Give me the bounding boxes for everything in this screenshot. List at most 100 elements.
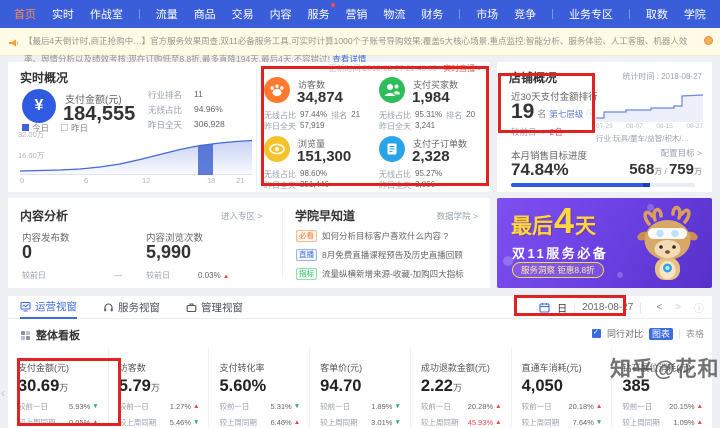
kpi-value: 5.60% [219,377,267,395]
carousel-prev-arrow[interactable]: ‹ [1,386,5,400]
nav-divider [459,9,461,19]
tile-stat-value: 98.60% [300,169,328,178]
divider [282,208,283,278]
divider [256,70,257,186]
nav-data[interactable]: 取数 [646,6,668,22]
briefcase-icon [186,302,197,312]
nav-service[interactable]: 服务 [308,3,335,22]
college-item-text: 8月免费直播课程预告及历史直播回顾 [322,250,463,260]
trend-value: 6.46% [270,418,292,427]
kpi-zhitongche[interactable]: 直通车消耗(元) 4,050 较前一日 20.18% ▲ 较上周同期 7.64% ▼ [510,348,612,428]
rank-value: 19 [511,100,535,123]
live-link[interactable]: 实时直播 > [443,63,482,74]
tile-rank-label: 排名 [331,111,348,120]
delta-value: 0.03% [198,271,221,280]
trend-label: 较前一日 [420,402,451,411]
compare-label[interactable]: 同行对比 [607,327,643,340]
realtime-title: 实时概况 [20,71,69,85]
nav-home[interactable]: 首页 [14,6,36,22]
compare-checkbox[interactable] [591,328,601,338]
industry-label: 行业:玩具/童车/益智/积木/… [596,134,689,143]
tab-management-view[interactable]: 管理视窗 [186,296,243,319]
trend-value: 45.93% [467,418,494,427]
date-granularity[interactable]: 日 [557,300,567,315]
college-item[interactable]: 指标 流量纵横新增来源-收藏-加购四大指标 [296,268,464,280]
college-item[interactable]: 必看 如何分析目标客户喜欢什么内容 ? [296,230,464,242]
college-item[interactable]: 直播 8月免费直播课程预告及历史直播回顾 [296,249,464,261]
configure-target-link[interactable]: 配置目标 > [661,147,702,159]
trend-value: 0.05% [69,418,91,427]
table-toggle[interactable]: 表格 [686,327,704,340]
legend-yesterday: 昨日 [71,123,89,133]
trend-label: 较上周同期 [521,418,560,427]
nav-market[interactable]: 市场 [476,6,498,22]
stat-value: 11 [194,89,203,99]
calendar-icon[interactable] [539,302,550,313]
stat-label: 无线占比 [148,105,183,115]
trend-label: 较前一日 [320,402,351,411]
college-link[interactable]: 数据学院 > [437,210,478,222]
announcement-close-icon[interactable] [704,36,713,45]
target-percent: 74.84% [511,160,569,179]
nav-warroom[interactable]: 作战室 [90,6,123,22]
nav-divider [552,9,554,19]
trend-arrow-icon: ▲ [595,403,603,410]
trend-arrow-icon: ▲ [696,419,704,426]
nav-marketing[interactable]: 营销 [345,6,367,22]
nav-traffic[interactable]: 流量 [156,6,178,22]
nav-college[interactable]: 学院 [684,6,706,22]
tab-operations-view[interactable]: 运营视窗 [20,296,77,319]
yesterday-swatch [61,124,69,131]
college-item-text: 如何分析目标客户喜欢什么内容 ? [322,231,449,241]
kpi-payment-amount[interactable]: 支付金额(元) 30.69万 较前一日 5.93% ▼ 较上周同期 0.05% ▲ [8,348,108,428]
nav-finance[interactable]: 财务 [421,6,443,22]
double11-promo-banner[interactable]: 最后 4 天 双11服务必备 服务洞察 钜惠8.8折 [497,198,712,288]
paid-suborders-tile[interactable]: 支付子订单数 2,328 无线占比 95.27% 昨日全天 3,866 [375,133,490,192]
pageviews-tile[interactable]: 浏览量 151,300 无线占比 98.60% 昨日全天 251,446 [260,133,375,192]
kpi-avg-order[interactable]: 客单价(元) 94.70 较前一日 1.89% ▼ 较上周同期 3.01% ▼ [309,348,410,428]
nav-content[interactable]: 内容 [270,6,292,22]
kpi-conversion[interactable]: 支付转化率 5.60% 较前一日 5.31% ▼ 较上周同期 6.46% ▲ [208,348,309,428]
tile-stat-value: 95.31% [415,110,443,119]
content-title: 内容分析 [20,209,69,223]
info-icon[interactable]: ⓘ [694,300,704,315]
content-views-delta: 较前日 0.03% ▲ [146,270,229,281]
kpi-refund[interactable]: 成功退款金额(元) 2.22万 较前一日 20.28% ▲ 较上周同期 45.93% ▲ [409,348,511,428]
nav-trade[interactable]: 交易 [232,6,254,22]
nav-realtime[interactable]: 实时 [52,6,74,22]
paid-buyers-tile[interactable]: 支付买家数 1,984 无线占比 95.31% 排名 20 昨日全天 3,241 [375,74,490,133]
next-date-button[interactable]: > [675,302,681,313]
shop-title: 店铺概况 [509,71,558,85]
date-value[interactable]: 2018-08-27 [582,302,633,313]
nav-logistics[interactable]: 物流 [383,6,405,22]
info-icon[interactable]: ⓘ [586,107,595,122]
tile-stat-label: 无线占比 [264,111,296,120]
slash: / [662,167,669,176]
tab-label: 管理视窗 [201,301,243,314]
banner-headline: 最后 4 天 [511,203,596,240]
tab-service-view[interactable]: 服务视窗 [103,296,160,319]
nav-competition[interactable]: 竞争 [514,6,536,22]
visitors-tile[interactable]: 访客数 34,874 无线占比 97.44% 排名 21 昨日全天 57,919 [260,74,375,133]
banner-offer-pill[interactable]: 服务洞察 钜惠8.8折 [512,262,604,278]
announcement-text: 【最后4天倒计时,商正抢购中…】官方服务效果周查,双11必备服务工具,可实时计算… [24,36,688,64]
stat-label: 昨日全天 [148,120,183,130]
tag-badge: 指标 [296,268,317,280]
board-controls: 同行对比 图表 表格 [591,327,704,340]
tile-rank-value: 20 [466,110,476,119]
enter-zone-link[interactable]: 进入专区 > [221,210,262,222]
nav-products[interactable]: 商品 [194,6,216,22]
kpi-unit: 万 [59,383,69,393]
target-values: 568万 / 759万 [629,161,702,178]
stat-value: 306,928 [194,119,225,129]
kpi-value: 94.70 [320,377,362,395]
prev-date-button[interactable]: < [656,302,662,313]
shop-overview-card: 店铺概况 统计时间 : 2018-08-27 近30天支付金额排行 19 名 第… [497,62,712,192]
nav-bizzone[interactable]: 业务专区 [569,6,613,22]
kpi-visitors[interactable]: 访客数 5.79万 较前一日 1.27% ▲ 较上周同期 5.46% ▼ [107,348,209,428]
kpi-unit: 万 [150,383,160,393]
target-total: 759 [668,161,694,178]
chart-toggle[interactable]: 图表 [648,327,673,340]
trend-value: 5.93% [69,402,91,411]
x-tick: 08-15 [656,123,673,130]
